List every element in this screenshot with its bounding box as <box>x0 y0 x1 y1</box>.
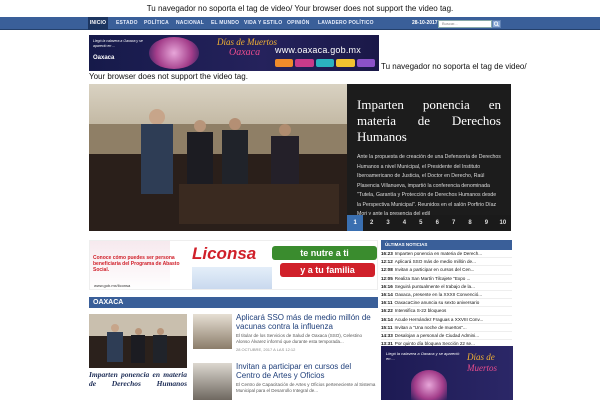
latest-news-text: Seguirá puntualmente el trabajo de la... <box>394 283 475 289</box>
latest-news-item[interactable]: 14:33 Desalojan a personal de Ciudad Admi… <box>381 332 512 341</box>
latest-news-item[interactable]: 12:12 Aplicará SSO más de medio millón de… <box>381 258 512 267</box>
article-title[interactable]: Invitan a participar en cursos del Centr… <box>236 362 376 380</box>
slider-page-8[interactable]: 8 <box>462 215 478 231</box>
banner-small-title-2: Muertos <box>467 363 497 373</box>
latest-news-time: 16:22 <box>381 308 393 314</box>
latest-news-text: Invitan a "Una noche de muertos"... <box>394 324 467 330</box>
search-input[interactable]: Buscar... <box>438 20 492 28</box>
latest-news-time: 12:12 <box>381 259 393 265</box>
slider-title[interactable]: Imparten ponencia en materia de Derechos… <box>357 97 501 145</box>
latest-news-panel: ÚLTIMAS NOTICIAS 16:23 Imparten ponencia … <box>381 240 512 349</box>
slider-page-6[interactable]: 6 <box>429 215 445 231</box>
nav-item-vida-y-estilo[interactable]: VIDA Y ESTILO <box>244 17 282 30</box>
nav-item-el-mundo[interactable]: EL MUNDO <box>211 17 239 30</box>
liconsa-milk-carton <box>192 267 272 289</box>
liconsa-slogan-2: y a tu familia <box>280 263 375 277</box>
slider-pager: 1 2 3 4 5 6 7 8 9 10 <box>347 215 511 231</box>
latest-news-item[interactable]: 16:11 OaxacaCine anuncia su sexto anivers… <box>381 299 512 308</box>
skull-decoration <box>275 59 376 67</box>
latest-news-item[interactable]: 16:14 Oaxaca, presente en la XXXII Conven… <box>381 291 512 300</box>
dia-de-muertos-banner-small[interactable]: Llegó la calavera a Oaxaca y se apareció… <box>381 346 513 400</box>
slider-page-1[interactable]: 1 <box>347 215 364 231</box>
article-excerpt: El Centro de Capacitación de Artes y Ofi… <box>236 382 376 393</box>
slider-page-9[interactable]: 9 <box>478 215 494 231</box>
latest-news-time: 15:11 <box>381 324 393 330</box>
banner-title-line1: Días de Muertos <box>217 37 277 47</box>
oaxaca-feature-title[interactable]: Imparten ponencia en materia de Derechos… <box>89 370 187 388</box>
latest-news-time: 16:16 <box>381 283 393 289</box>
slider-page-4[interactable]: 4 <box>396 215 412 231</box>
latest-news-text: Realiza San Martín Tilcajete "Expo ... <box>394 275 471 281</box>
slider-body: Ante la propuesta de creación de una Def… <box>357 154 501 217</box>
nav-item-estado[interactable]: ESTADO <box>116 17 138 30</box>
latest-news-time: 16:11 <box>381 300 393 306</box>
latest-news-item[interactable]: 16:14 Acude Hernández Fraguas a XXVIII Co… <box>381 316 512 324</box>
latest-news-item[interactable]: 15:11 Invitan a "Una noche de muertos"... <box>381 324 512 332</box>
article-item: Invitan a participar en cursos del Centr… <box>236 362 376 394</box>
banner-tagline: Llegó la calavera a Oaxaca y se apareció… <box>93 39 143 48</box>
catrina-illustration <box>411 370 447 400</box>
video-fallback-inline-2: Your browser does not support the video … <box>89 72 248 81</box>
nav-item-lavadero-politico[interactable]: LAVADERO POLÍTICO <box>318 17 374 30</box>
latest-news-time: 16:14 <box>381 316 393 322</box>
liconsa-logo: Liconsa <box>192 244 257 263</box>
search-button[interactable] <box>492 20 501 28</box>
latest-news-time: 16:14 <box>381 291 393 297</box>
banner-small-title-1: Días de <box>467 352 495 362</box>
slider-page-7[interactable]: 7 <box>445 215 461 231</box>
nav-item-opinion[interactable]: OPINIÓN <box>287 17 310 30</box>
slider-caption-panel: Imparten ponencia en materia de Derechos… <box>347 84 511 217</box>
slider-page-2[interactable]: 2 <box>363 215 379 231</box>
dia-de-muertos-banner[interactable]: Llegó la calavera a Oaxaca y se apareció… <box>89 35 379 71</box>
latest-news-header: ÚLTIMAS NOTICIAS <box>381 240 512 250</box>
latest-news-text: Desalojan a personal de Ciudad Admini... <box>394 332 480 338</box>
article-title[interactable]: Aplicará SSO más de medio millón de vacu… <box>236 313 376 331</box>
banner-title-line2: Oaxaca <box>229 47 261 58</box>
video-fallback-top: Tu navegador no soporta el tag de video/… <box>0 0 600 17</box>
slider-page-10[interactable]: 10 <box>495 215 511 231</box>
catrina-illustration <box>149 37 199 69</box>
main-nav: INICIO ESTADO POLÍTICA NACIONAL EL MUNDO… <box>0 17 600 30</box>
latest-news-text: Invitan a participar en cursos del Cen..… <box>394 267 475 273</box>
article-thumbnail[interactable] <box>193 363 232 400</box>
latest-news-time: 12:08 <box>381 267 393 273</box>
article-thumbnail[interactable] <box>193 314 232 349</box>
latest-news-item[interactable]: 16:22 Intensifica S-22 bloqueos <box>381 307 512 316</box>
oaxaca-logo: Oaxaca <box>93 55 115 61</box>
latest-news-text: Intensifica S-22 bloqueos <box>394 308 447 314</box>
oaxaca-feature-photo[interactable] <box>89 314 187 368</box>
liconsa-banner[interactable]: Conoce cómo puedes ser persona beneficia… <box>89 240 378 290</box>
section-header-oaxaca[interactable]: OAXACA <box>89 297 378 308</box>
latest-news-time: 16:23 <box>381 251 393 256</box>
banner-url: www.oaxaca.gob.mx <box>275 45 361 55</box>
liconsa-promo: Conoce cómo puedes ser persona beneficia… <box>93 255 180 273</box>
latest-news-time: 12:05 <box>381 275 393 281</box>
slider-photo[interactable] <box>89 84 347 231</box>
latest-news-text: OaxacaCine anuncia su sexto aniversario <box>394 300 480 306</box>
article-excerpt: El titular de los Servicios de Salud de … <box>236 333 363 344</box>
slider-page-3[interactable]: 3 <box>380 215 396 231</box>
latest-news-text: Imparten ponencia en materia de Derech..… <box>394 251 483 256</box>
banner-small-tagline: Llegó la calavera a Oaxaca y se apareció… <box>386 351 460 361</box>
video-fallback-inline-1: Tu navegador no soporta el tag de video/ <box>381 62 527 71</box>
article-date: 28 OCTUBRE, 2017 A LAS 12:12 <box>236 347 296 352</box>
latest-news-item[interactable]: 12:05 Realiza San Martín Tilcajete "Expo … <box>381 275 512 283</box>
latest-news-item[interactable]: 16:23 Imparten ponencia en materia de Der… <box>381 250 512 259</box>
article-item: Aplicará SSO más de medio millón de vacu… <box>236 313 376 352</box>
latest-news-text: Acude Hernández Fraguas a XXVIII Conv... <box>394 316 484 322</box>
nav-item-nacional[interactable]: NACIONAL <box>176 17 204 30</box>
latest-news-text: Oaxaca, presente en la XXXII Convenció..… <box>394 291 483 297</box>
latest-news-item[interactable]: 16:16 Seguirá puntualmente el trabajo de … <box>381 283 512 291</box>
nav-item-inicio[interactable]: INICIO <box>88 17 108 30</box>
latest-news-text: Aplicará SSO más de medio millón de... <box>394 259 476 265</box>
slider-page-5[interactable]: 5 <box>413 215 429 231</box>
latest-news-item[interactable]: 12:08 Invitan a participar en cursos del … <box>381 266 512 275</box>
nav-item-politica[interactable]: POLÍTICA <box>144 17 169 30</box>
search-icon <box>493 21 499 27</box>
liconsa-slogan-1: te nutre a ti <box>272 246 377 260</box>
liconsa-url: www.gob.mx/liconsa <box>94 283 131 288</box>
latest-news-time: 14:33 <box>381 332 393 338</box>
